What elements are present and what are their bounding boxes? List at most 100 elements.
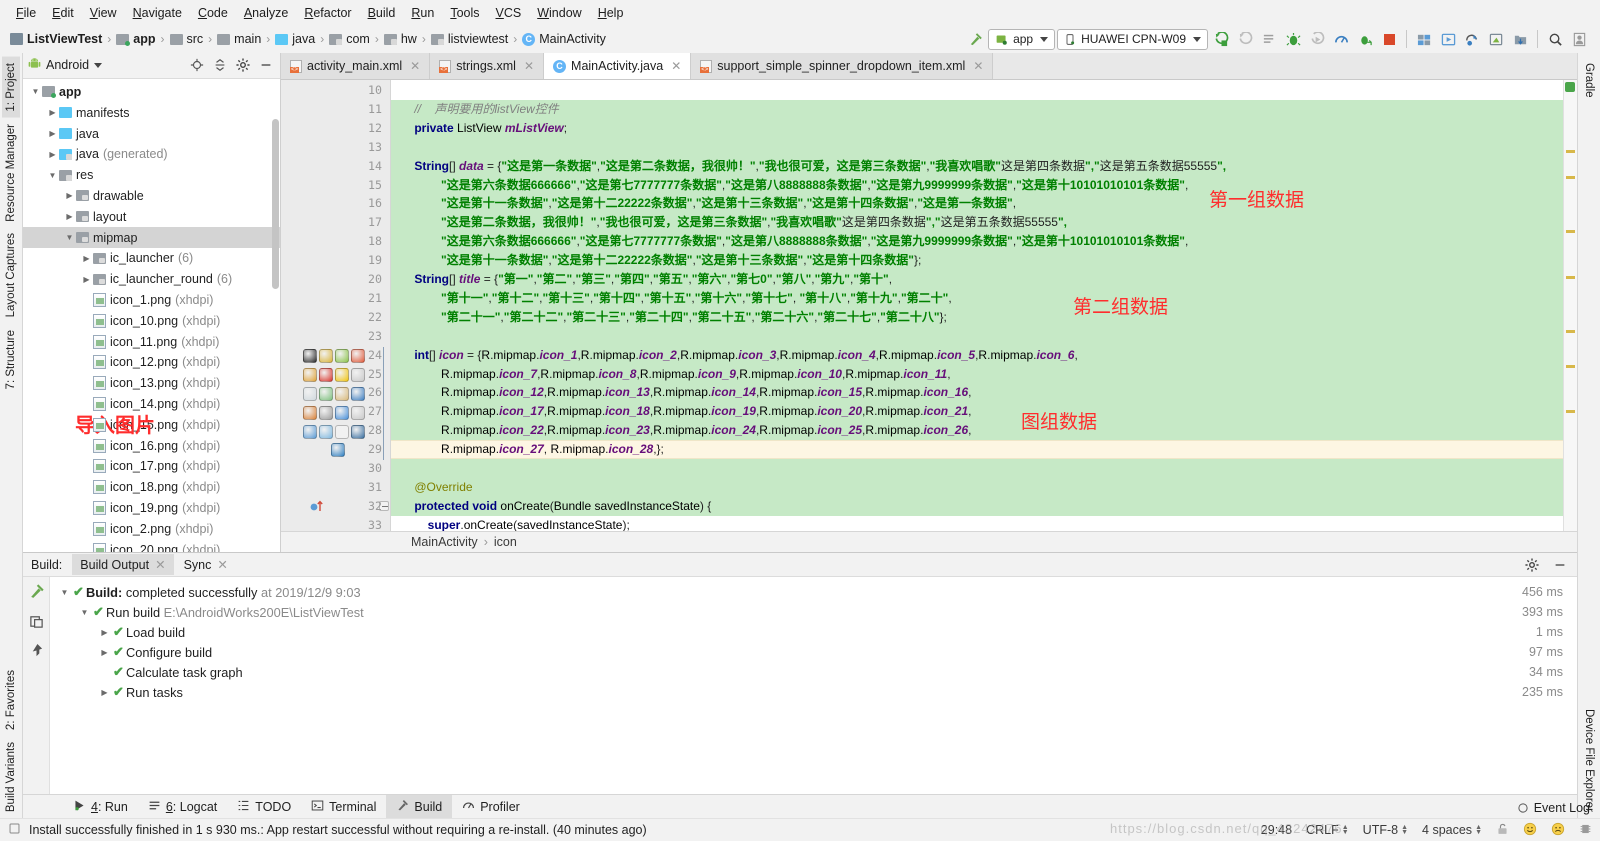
editor-warning-marker[interactable] — [1566, 150, 1575, 153]
chevron-right-icon[interactable]: ▶ — [46, 129, 59, 138]
editor-tab-support_simple_spinner_dropdown_item-xml[interactable]: support_simple_spinner_dropdown_item.xml… — [691, 53, 994, 79]
build-output-row[interactable]: ▶ ✔ Run tasks 235 ms — [50, 682, 1577, 702]
gear-icon[interactable] — [234, 56, 252, 74]
memory-indicator-icon[interactable] — [1579, 822, 1592, 839]
tree-node-drawable[interactable]: ▶ drawable — [23, 186, 280, 207]
editor-breadcrumb-item[interactable]: icon — [494, 535, 517, 549]
search-icon[interactable] — [1544, 28, 1566, 50]
tool-window-tab-2-favorites[interactable]: 2: Favorites — [2, 664, 20, 736]
editor-warning-marker[interactable] — [1566, 330, 1575, 333]
project-tree[interactable]: 导入图片 ▼ app ▶ manifests ▶ java ▶ java (generated)… — [23, 78, 280, 552]
debug-icon[interactable] — [1282, 28, 1304, 50]
build-hammer-icon[interactable] — [964, 28, 986, 50]
editor-tab-activity_main-xml[interactable]: activity_main.xml ✕ — [281, 53, 431, 79]
menu-item-edit[interactable]: Edit — [44, 4, 82, 22]
chevron-right-icon[interactable]: ▶ — [98, 648, 111, 657]
build-output-row[interactable]: ✔ Calculate task graph 34 ms — [50, 662, 1577, 682]
chevron-right-icon[interactable]: ▶ — [63, 191, 76, 200]
gear-icon[interactable] — [1523, 556, 1541, 574]
editor-warning-marker[interactable] — [1566, 176, 1575, 179]
menu-item-file[interactable]: File — [8, 4, 44, 22]
bottom-tab-todo[interactable]: TODO — [227, 795, 301, 818]
editor-warning-marker[interactable] — [1566, 365, 1575, 368]
sync-gradle-icon[interactable] — [1461, 28, 1483, 50]
tool-window-tab-1-project[interactable]: 1: Project — [2, 57, 20, 118]
bottom-tab-4-run[interactable]: 4: Run — [63, 795, 138, 818]
gutter-preview-row[interactable] — [303, 365, 385, 384]
hide-panel-icon[interactable] — [257, 56, 275, 74]
chevron-right-icon[interactable]: ▶ — [98, 628, 111, 637]
pin-icon[interactable] — [29, 643, 44, 661]
menu-item-help[interactable]: Help — [590, 4, 632, 22]
indent-selector[interactable]: 4 spaces ▲ ▼ — [1422, 823, 1482, 837]
editor-tab-strings-xml[interactable]: strings.xml ✕ — [430, 53, 545, 79]
tree-node-icon_17png[interactable]: icon_17.png (xhdpi) — [23, 456, 280, 477]
unlock-icon[interactable] — [1496, 822, 1509, 839]
tree-node-icon_16png[interactable]: icon_16.png (xhdpi) — [23, 435, 280, 456]
close-icon[interactable]: ✕ — [671, 59, 681, 73]
tree-node-icon_18png[interactable]: icon_18.png (xhdpi) — [23, 477, 280, 498]
profiler-icon[interactable] — [1330, 28, 1352, 50]
menu-item-refactor[interactable]: Refactor — [296, 4, 359, 22]
tool-window-tab-7-structure[interactable]: 7: Structure — [2, 324, 20, 395]
breadcrumb-hw[interactable]: hw — [380, 32, 421, 46]
breadcrumb-java[interactable]: java — [271, 32, 319, 46]
chevron-down-icon[interactable]: ▼ — [78, 608, 91, 617]
chevron-right-icon[interactable]: ▶ — [80, 275, 93, 284]
breadcrumb-mainactivity[interactable]: C MainActivity — [518, 32, 610, 46]
chevron-down-icon[interactable]: ▼ — [46, 171, 59, 180]
bottom-tab-profiler[interactable]: Profiler — [452, 795, 530, 818]
bottom-tab-build[interactable]: Build — [386, 795, 453, 818]
build-output-row[interactable]: ▼ ✔ Build: completed successfully at 2019/… — [50, 582, 1577, 602]
tree-node-layout[interactable]: ▶ layout — [23, 206, 280, 227]
editor-warning-marker[interactable] — [1566, 230, 1575, 233]
breadcrumb-listviewtest[interactable]: listviewtest — [427, 32, 512, 46]
tree-node-icon_2png[interactable]: icon_2.png (xhdpi) — [23, 518, 280, 539]
tree-node-icon_19png[interactable]: icon_19.png (xhdpi) — [23, 498, 280, 519]
tree-node-res[interactable]: ▼ res — [23, 165, 280, 186]
editor-warning-marker[interactable] — [1566, 410, 1575, 413]
account-icon[interactable] — [1568, 28, 1590, 50]
editor-breadcrumb-item[interactable]: MainActivity — [411, 535, 478, 549]
chevron-right-icon[interactable]: ▶ — [63, 212, 76, 221]
inspection-status-icon[interactable] — [1565, 82, 1575, 92]
gutter-preview-row[interactable] — [303, 422, 385, 441]
tree-node-icon_1png[interactable]: icon_1.png (xhdpi) — [23, 290, 280, 311]
chevron-right-icon[interactable]: ▶ — [46, 150, 59, 159]
tree-node-icon_20png[interactable]: icon_20.png (xhdpi) — [23, 539, 280, 552]
chevron-down-icon[interactable]: ▼ — [63, 233, 76, 242]
tree-node-java[interactable]: ▶ java (generated) — [23, 144, 280, 165]
menu-item-window[interactable]: Window — [529, 4, 589, 22]
editor-gutter[interactable]: 10 11 12 13 14 15 16 17 18 19 20 21 22 23 24 25 26 27 28 29… — [281, 80, 391, 532]
close-icon[interactable]: ✕ — [524, 59, 534, 73]
menu-item-tools[interactable]: Tools — [442, 4, 487, 22]
tree-node-icon_12png[interactable]: icon_12.png (xhdpi) — [23, 352, 280, 373]
build-output-row[interactable]: ▶ ✔ Configure build 97 ms — [50, 642, 1577, 662]
tree-node-mipmap[interactable]: ▼ mipmap — [23, 227, 280, 248]
menu-item-analyze[interactable]: Analyze — [236, 4, 296, 22]
collapse-all-icon[interactable] — [211, 56, 229, 74]
menu-item-navigate[interactable]: Navigate — [125, 4, 190, 22]
editor-warning-marker[interactable] — [1566, 276, 1575, 279]
menu-item-view[interactable]: View — [82, 4, 125, 22]
gutter-preview-row[interactable] — [303, 384, 385, 403]
tree-node-ic_launcher[interactable]: ▶ ic_launcher (6) — [23, 248, 280, 269]
chevron-right-icon[interactable]: ▶ — [46, 108, 59, 117]
avd-manager-icon[interactable] — [1437, 28, 1459, 50]
gutter-preview-row[interactable] — [303, 441, 385, 460]
breadcrumb-listviewtest[interactable]: ListViewTest — [6, 32, 106, 46]
sad-face-icon[interactable] — [1551, 822, 1565, 839]
menu-item-run[interactable]: Run — [403, 4, 442, 22]
build-tab-build-output[interactable]: Build Output ✕ — [72, 554, 174, 575]
happy-face-icon[interactable] — [1523, 822, 1537, 839]
editor-viewport[interactable]: 10 11 12 13 14 15 16 17 18 19 20 21 22 23 24 25 26 27 28 29… — [281, 80, 1577, 532]
override-method-gutter-icon[interactable] — [309, 499, 325, 516]
run-app-icon[interactable] — [1210, 28, 1232, 50]
chevron-down-icon[interactable]: ▼ — [29, 87, 42, 96]
locate-file-icon[interactable] — [188, 56, 206, 74]
close-icon[interactable]: ✕ — [155, 557, 165, 572]
tree-node-icon_11png[interactable]: icon_11.png (xhdpi) — [23, 331, 280, 352]
editor-tab-MainActivity-java[interactable]: C MainActivity.java ✕ — [544, 53, 692, 79]
code-text-area[interactable]: // 声明要用的listView控件 private ListView mLis… — [391, 80, 1563, 531]
run-configuration-selector[interactable]: app — [988, 28, 1056, 50]
